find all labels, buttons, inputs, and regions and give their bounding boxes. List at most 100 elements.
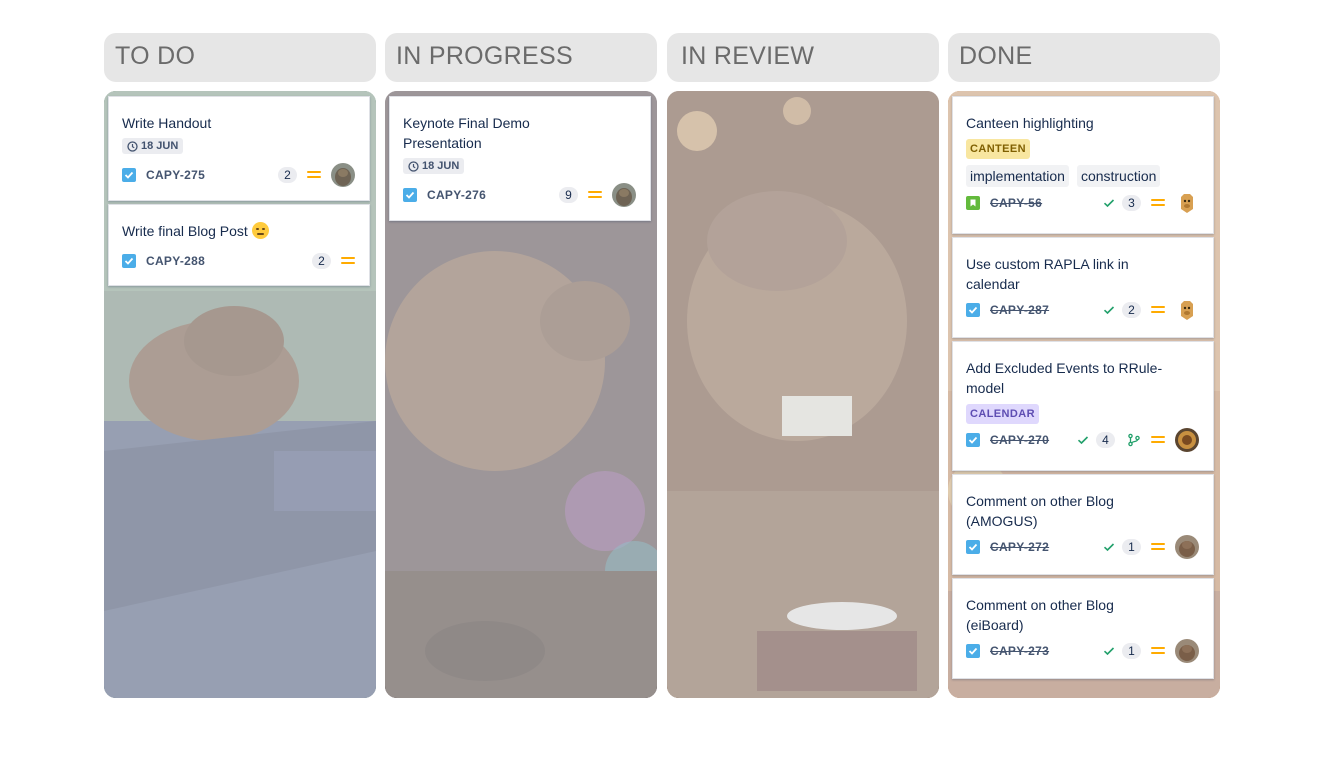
checkbox-icon xyxy=(966,433,980,447)
column-header: TO DO xyxy=(104,33,376,82)
column-done: DONE Canteen highlighting CANTEEN implem… xyxy=(948,33,1220,698)
card-footer: CAPY-272 1 xyxy=(966,531,1199,563)
card-title: Comment on other Blog (AMOGUS) xyxy=(966,493,1114,529)
column-in-review: IN REVIEW xyxy=(667,33,939,698)
due-date-badge: 18 JUN xyxy=(122,138,184,154)
avatar[interactable] xyxy=(1175,535,1199,559)
issue-key[interactable]: CAPY-275 xyxy=(146,168,205,182)
card-title: Canteen highlighting xyxy=(966,115,1094,131)
issue-card[interactable]: Canteen highlighting CANTEEN implementat… xyxy=(952,96,1214,234)
issue-key[interactable]: CAPY-288 xyxy=(146,254,205,268)
column-body[interactable]: Keynote Final Demo Presentation 18 JUN C… xyxy=(385,91,657,698)
card-footer: CAPY-56 3 xyxy=(966,187,1199,219)
column-veil xyxy=(667,91,939,698)
priority-medium-icon xyxy=(1151,646,1165,656)
card-footer: CAPY-273 1 xyxy=(966,635,1199,667)
priority-medium-icon xyxy=(588,190,602,200)
story-points: 4 xyxy=(1096,432,1115,448)
story-points: 1 xyxy=(1122,539,1141,555)
card-title: Comment on other Blog (eiBoard) xyxy=(966,597,1114,633)
issue-key[interactable]: CAPY-287 xyxy=(990,303,1049,317)
checkbox-icon xyxy=(966,644,980,658)
tag[interactable]: construction xyxy=(1076,165,1161,187)
story-points: 2 xyxy=(312,253,331,269)
card-title: Add Excluded Events to RRule-model xyxy=(966,360,1163,396)
due-date-text: 18 JUN xyxy=(422,160,460,172)
priority-medium-icon xyxy=(1151,198,1165,208)
issue-card[interactable]: Add Excluded Events to RRule-model CALEN… xyxy=(952,341,1214,471)
card-meta: 9 xyxy=(559,182,636,207)
column-body[interactable] xyxy=(667,91,939,698)
issue-card[interactable]: Comment on other Blog (eiBoard) CAPY-273… xyxy=(952,578,1214,679)
card-title: Keynote Final Demo Presentation xyxy=(403,115,530,151)
column-body[interactable]: Write Handout 18 JUN CAPY-275 2 Write fi… xyxy=(104,91,376,698)
due-date-badge: 18 JUN xyxy=(403,158,465,174)
avatar[interactable] xyxy=(1175,298,1199,322)
column-header: IN REVIEW xyxy=(667,33,939,82)
check-icon xyxy=(1077,436,1089,445)
card-meta: 1 xyxy=(1102,639,1199,663)
tag[interactable]: implementation xyxy=(966,165,1069,187)
card-footer: CAPY-288 2 xyxy=(122,245,355,277)
card-footer: CAPY-270 4 xyxy=(966,424,1199,456)
card-footer: CAPY-287 2 xyxy=(966,294,1199,326)
card-meta: 1 xyxy=(1102,535,1199,559)
label-badge: CANTEEN xyxy=(966,139,1030,159)
bookmark-icon xyxy=(966,196,980,210)
issue-key[interactable]: CAPY-56 xyxy=(990,196,1042,210)
git-branch-icon[interactable] xyxy=(1127,433,1141,447)
check-icon xyxy=(1103,306,1115,315)
card-meta: 2 xyxy=(312,249,355,273)
priority-medium-icon xyxy=(1151,435,1165,445)
column-header: DONE xyxy=(948,33,1220,82)
column-body[interactable]: Canteen highlighting CANTEEN implementat… xyxy=(948,91,1220,698)
priority-medium-icon xyxy=(341,256,355,266)
card-title: Write Handout xyxy=(122,115,212,131)
issue-card[interactable]: Write Handout 18 JUN CAPY-275 2 xyxy=(108,96,370,201)
issue-key[interactable]: CAPY-272 xyxy=(990,540,1049,554)
priority-medium-icon xyxy=(1151,542,1165,552)
avatar[interactable] xyxy=(331,162,355,187)
label-badge: CALENDAR xyxy=(966,404,1039,424)
card-meta: 2 xyxy=(1102,298,1199,322)
check-icon xyxy=(1103,647,1115,656)
card-title-text: Write final Blog Post xyxy=(122,223,248,239)
card-meta: 2 xyxy=(278,162,355,187)
issue-card[interactable]: Keynote Final Demo Presentation 18 JUN C… xyxy=(389,96,651,221)
story-points: 9 xyxy=(559,186,578,203)
card-meta: 3 xyxy=(1102,191,1199,215)
kanban-board: TO DO Write Handout 18 JUN CAPY-275 2 Wr… xyxy=(104,33,1220,698)
story-points: 2 xyxy=(278,166,297,183)
avatar[interactable] xyxy=(612,182,636,207)
checkbox-icon xyxy=(966,303,980,317)
issue-key[interactable]: CAPY-270 xyxy=(990,433,1049,447)
check-icon xyxy=(1103,199,1115,208)
issue-card[interactable]: Write final Blog Post CAPY-288 2 xyxy=(108,204,370,286)
tag-list: implementation construction xyxy=(966,165,1199,187)
check-icon xyxy=(1103,543,1115,552)
column-in-progress: IN PROGRESS Keynote Final Demo Presentat… xyxy=(385,33,657,698)
priority-medium-icon xyxy=(1151,305,1165,315)
column-header: IN PROGRESS xyxy=(385,33,657,82)
avatar[interactable] xyxy=(1175,428,1199,452)
priority-medium-icon xyxy=(307,170,321,180)
checkbox-icon xyxy=(122,167,136,182)
column-todo: TO DO Write Handout 18 JUN CAPY-275 2 Wr… xyxy=(104,33,376,698)
due-date-text: 18 JUN xyxy=(141,140,179,152)
story-points: 2 xyxy=(1122,302,1141,318)
issue-key[interactable]: CAPY-276 xyxy=(427,188,486,202)
issue-card[interactable]: Use custom RAPLA link in calendar CAPY-2… xyxy=(952,237,1214,338)
avatar[interactable] xyxy=(1175,191,1199,215)
story-points: 1 xyxy=(1122,643,1141,659)
card-footer: CAPY-275 2 xyxy=(122,159,355,191)
issue-card[interactable]: Comment on other Blog (AMOGUS) CAPY-272 … xyxy=(952,474,1214,575)
card-footer: CAPY-276 9 xyxy=(403,179,636,211)
card-meta: 4 xyxy=(1076,428,1199,452)
clock-icon xyxy=(127,140,138,152)
card-title: Use custom RAPLA link in calendar xyxy=(966,256,1129,292)
avatar[interactable] xyxy=(1175,639,1199,663)
story-points: 3 xyxy=(1122,195,1141,211)
checkbox-icon xyxy=(966,540,980,554)
clock-icon xyxy=(408,160,419,172)
issue-key[interactable]: CAPY-273 xyxy=(990,644,1049,658)
